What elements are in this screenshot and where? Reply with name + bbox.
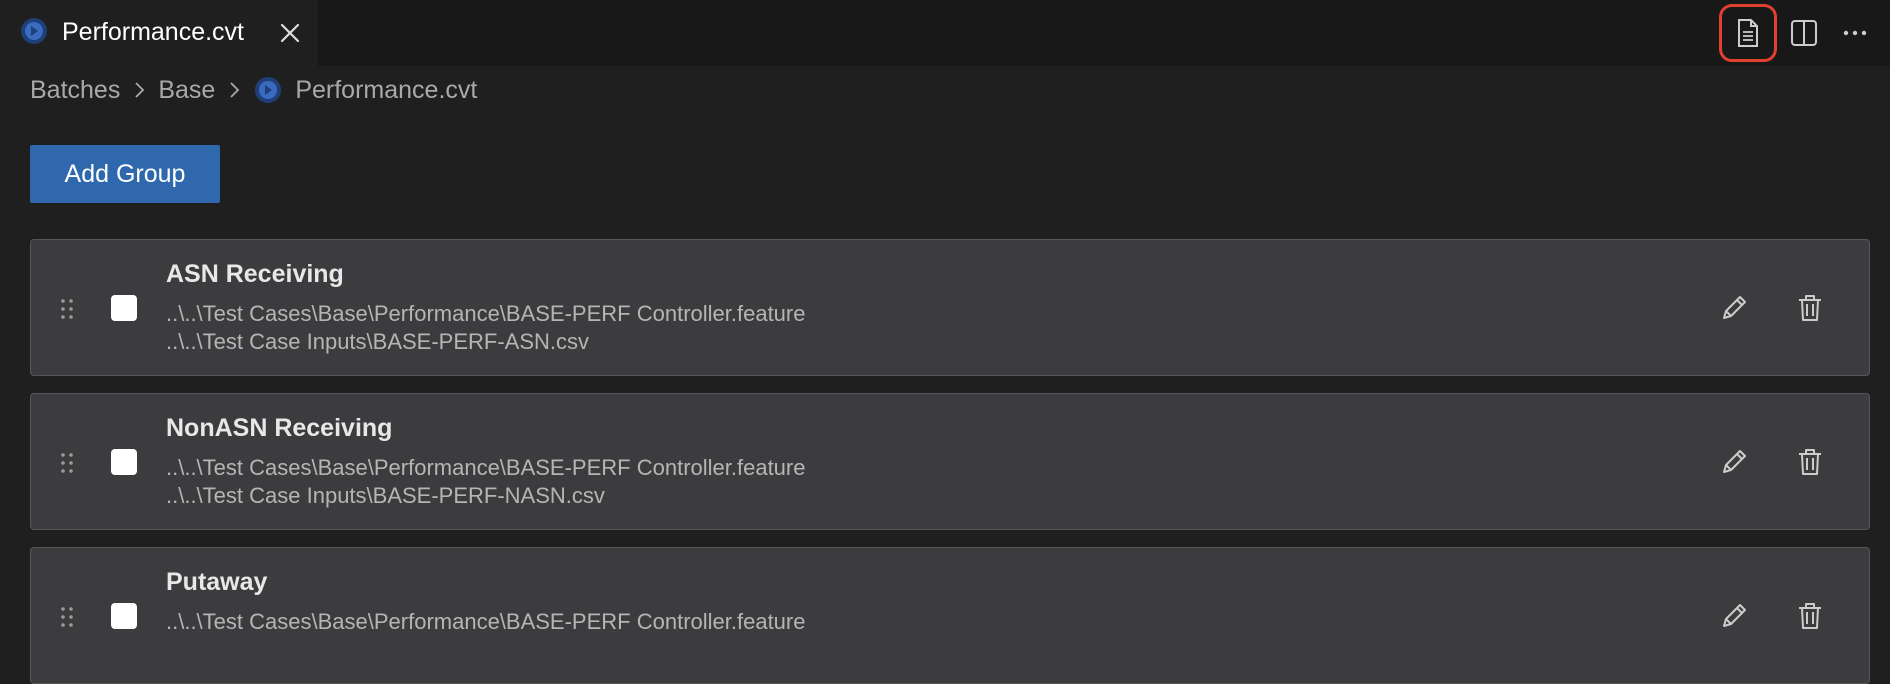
group-card: NonASN Receiving ..\..\Test Cases\Base\P… bbox=[30, 393, 1870, 530]
pencil-icon bbox=[1723, 450, 1746, 473]
open-as-text-icon bbox=[1738, 19, 1758, 47]
split-editor-button[interactable] bbox=[1784, 13, 1824, 53]
delete-group-button[interactable] bbox=[1790, 288, 1830, 328]
breadcrumb-item-batches[interactable]: Batches bbox=[30, 76, 120, 105]
drag-handle-icon[interactable] bbox=[57, 604, 77, 630]
file-type-icon bbox=[21, 18, 47, 44]
close-icon[interactable] bbox=[276, 19, 304, 47]
trash-icon bbox=[1799, 295, 1821, 321]
trash-icon bbox=[1799, 603, 1821, 629]
chevron-right-icon bbox=[230, 82, 240, 98]
editor-tab-bar: Performance.cvt bbox=[0, 0, 1890, 66]
group-card: Putaway ..\..\Test Cases\Base\Performanc… bbox=[30, 547, 1870, 684]
tab-label: Performance.cvt bbox=[62, 18, 245, 46]
pencil-icon bbox=[1723, 296, 1746, 319]
drag-handle-icon[interactable] bbox=[57, 450, 77, 476]
group-name: ASN Receiving bbox=[166, 260, 344, 288]
group-input-path: ..\..\Test Case Inputs\BASE-PERF-ASN.csv bbox=[166, 329, 590, 354]
breadcrumb-item-base[interactable]: Base bbox=[158, 76, 215, 105]
editor-tab[interactable]: Performance.cvt bbox=[0, 0, 318, 66]
group-input-path: ..\..\Test Case Inputs\BASE-PERF-NASN.cs… bbox=[166, 483, 605, 508]
edit-group-button[interactable] bbox=[1714, 288, 1754, 328]
add-group-button[interactable]: Add Group bbox=[30, 145, 220, 203]
breadcrumb-item-file[interactable]: Performance.cvt bbox=[295, 76, 477, 105]
group-name: Putaway bbox=[166, 568, 268, 596]
more-actions-button[interactable] bbox=[1835, 13, 1875, 53]
drag-handle-icon[interactable] bbox=[57, 296, 77, 322]
group-feature-path: ..\..\Test Cases\Base\Performance\BASE-P… bbox=[166, 455, 806, 480]
split-editor-icon bbox=[1791, 20, 1817, 46]
pencil-icon bbox=[1723, 604, 1746, 627]
trash-icon bbox=[1799, 449, 1821, 475]
edit-group-button[interactable] bbox=[1714, 442, 1754, 482]
group-checkbox[interactable] bbox=[111, 449, 137, 475]
delete-group-button[interactable] bbox=[1790, 442, 1830, 482]
group-feature-path: ..\..\Test Cases\Base\Performance\BASE-P… bbox=[166, 609, 806, 634]
group-card: ASN Receiving ..\..\Test Cases\Base\Perf… bbox=[30, 239, 1870, 376]
delete-group-button[interactable] bbox=[1790, 596, 1830, 636]
more-actions-icon bbox=[1843, 30, 1867, 36]
group-name: NonASN Receiving bbox=[166, 414, 393, 442]
group-checkbox[interactable] bbox=[111, 295, 137, 321]
open-as-text-button[interactable] bbox=[1719, 4, 1777, 62]
file-type-icon bbox=[255, 77, 282, 103]
group-checkbox[interactable] bbox=[111, 603, 137, 629]
group-feature-path: ..\..\Test Cases\Base\Performance\BASE-P… bbox=[166, 301, 806, 326]
chevron-right-icon bbox=[135, 82, 145, 98]
edit-group-button[interactable] bbox=[1714, 596, 1754, 636]
breadcrumb: Batches Base Performance.cvt bbox=[30, 73, 477, 107]
